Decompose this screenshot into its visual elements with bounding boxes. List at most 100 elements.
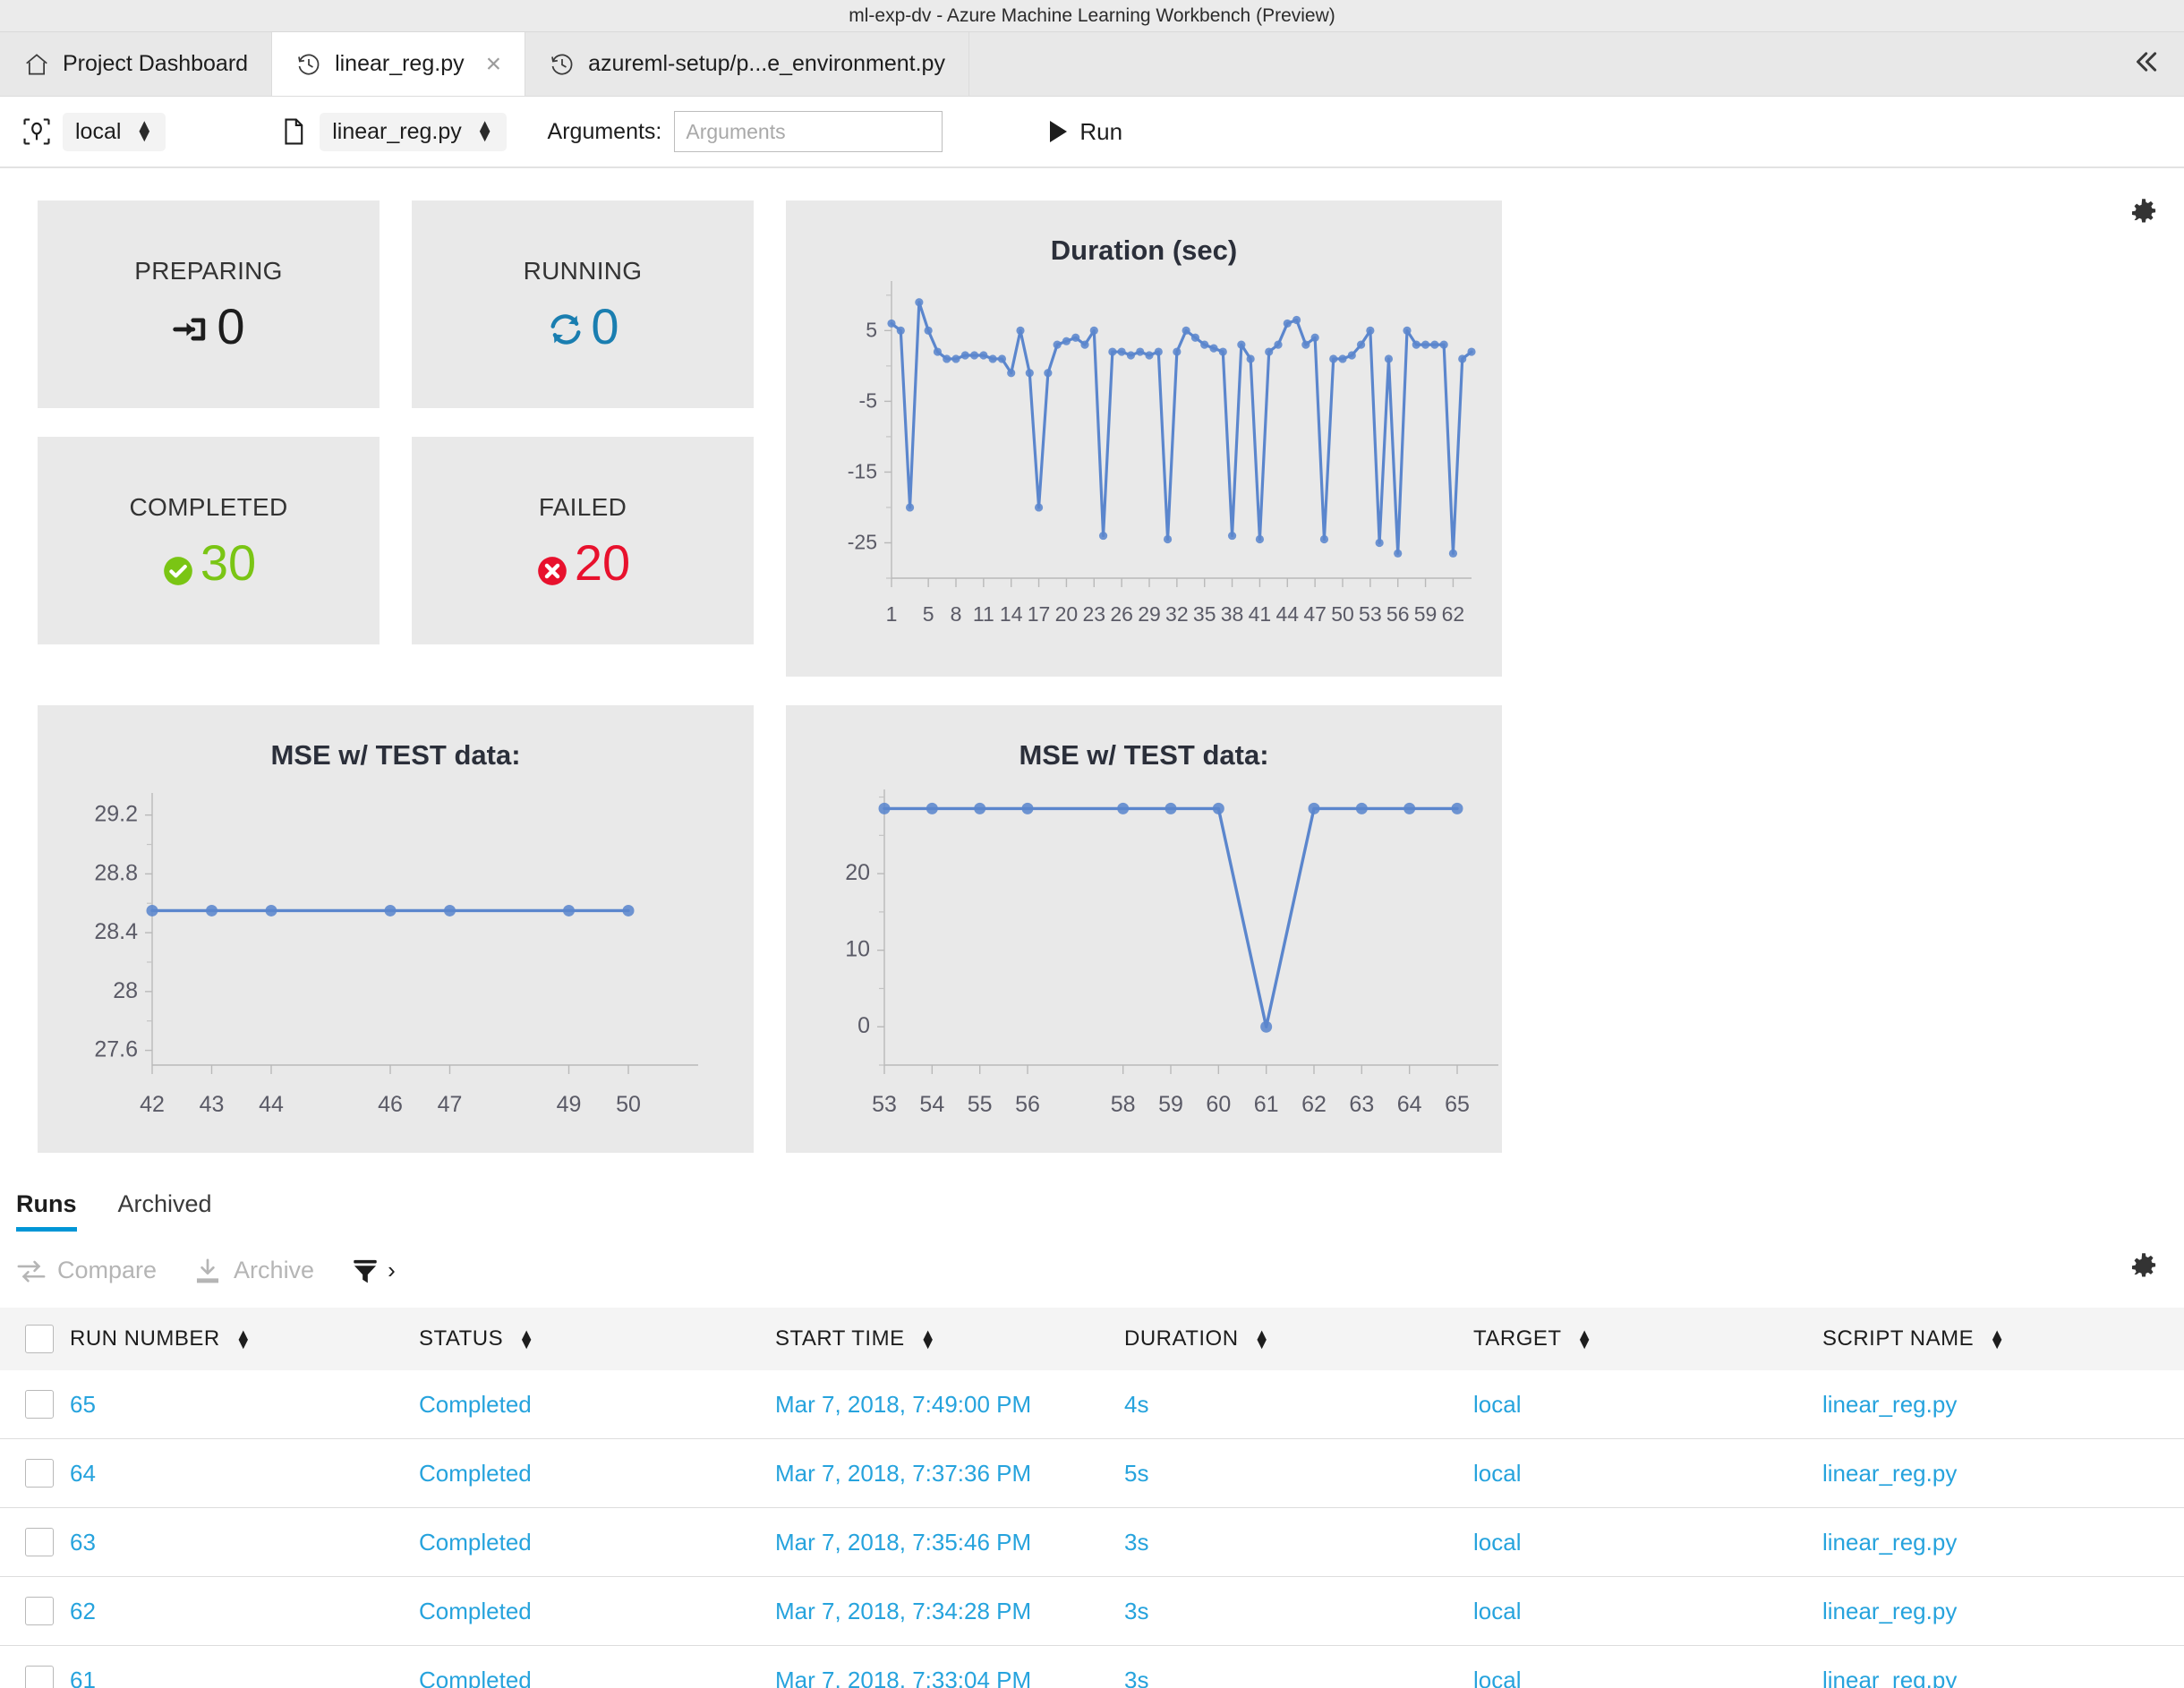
compute-target-value-pill[interactable]: local ▲▼: [63, 113, 166, 151]
column-label: DURATION: [1124, 1326, 1239, 1351]
cell-duration[interactable]: 5s: [1124, 1439, 1473, 1508]
chart-title: MSE w/ TEST data:: [38, 705, 754, 772]
status-card-value: 0: [591, 302, 619, 352]
compute-target-selector[interactable]: local ▲▼: [21, 113, 166, 151]
cell-start-time[interactable]: Mar 7, 2018, 7:35:46 PM: [775, 1508, 1124, 1577]
cell-status[interactable]: Completed: [419, 1508, 775, 1577]
row-checkbox[interactable]: [25, 1459, 54, 1488]
cell-status[interactable]: Completed: [419, 1646, 775, 1688]
cell-status[interactable]: Completed: [419, 1370, 775, 1439]
tab-azureml-setup[interactable]: azureml-setup/p...e_environment.py: [525, 32, 969, 96]
arguments-input[interactable]: [674, 111, 943, 152]
cell-run-number[interactable]: 65: [70, 1370, 419, 1439]
svg-text:-25: -25: [848, 530, 877, 553]
sort-arrows-icon: ▲▼: [1989, 1331, 2005, 1349]
cell-start-time[interactable]: Mar 7, 2018, 7:34:28 PM: [775, 1577, 1124, 1646]
cell-duration[interactable]: 3s: [1124, 1508, 1473, 1577]
svg-text:35: 35: [1193, 602, 1216, 626]
column-header-status[interactable]: STATUS ▲▼: [419, 1308, 775, 1370]
chart-panel-mse-right: MSE w/ TEST data: 2010053545556585960616…: [786, 705, 1502, 1153]
tab-project-dashboard[interactable]: Project Dashboard: [0, 32, 272, 96]
cell-run-number[interactable]: 62: [70, 1577, 419, 1646]
svg-text:43: 43: [200, 1092, 225, 1117]
tab-archived[interactable]: Archived: [118, 1190, 212, 1232]
cell-run-number[interactable]: 64: [70, 1439, 419, 1508]
column-header-start-time[interactable]: START TIME ▲▼: [775, 1308, 1124, 1370]
cell-target[interactable]: local: [1473, 1577, 1822, 1646]
row-select-cell: [0, 1646, 70, 1688]
tab-linear-reg-py[interactable]: linear_reg.py ×: [272, 32, 525, 96]
mse-left-line-chart: 29.228.828.42827.642434446474950: [38, 772, 754, 1147]
row-select-cell: [0, 1508, 70, 1577]
row-checkbox[interactable]: [25, 1528, 54, 1556]
filter-button[interactable]: ›: [350, 1257, 396, 1284]
cell-target[interactable]: local: [1473, 1439, 1822, 1508]
column-header-duration[interactable]: DURATION ▲▼: [1124, 1308, 1473, 1370]
cell-script-name[interactable]: linear_reg.py: [1822, 1439, 2184, 1508]
cell-start-time[interactable]: Mar 7, 2018, 7:37:36 PM: [775, 1439, 1124, 1508]
status-card-label: COMPLETED: [130, 493, 288, 522]
svg-text:32: 32: [1165, 602, 1189, 626]
run-button[interactable]: Run: [1050, 118, 1122, 146]
cell-target[interactable]: local: [1473, 1370, 1822, 1439]
cell-status[interactable]: Completed: [419, 1577, 775, 1646]
svg-text:-5: -5: [859, 388, 877, 412]
cell-script-name[interactable]: linear_reg.py: [1822, 1577, 2184, 1646]
cell-script-name[interactable]: linear_reg.py: [1822, 1508, 2184, 1577]
close-icon[interactable]: ×: [486, 51, 502, 78]
chart-title: Duration (sec): [786, 200, 1502, 267]
svg-text:28.8: 28.8: [94, 860, 138, 885]
table-row[interactable]: 61CompletedMar 7, 2018, 7:33:04 PM3sloca…: [0, 1646, 2184, 1688]
window-title: ml-exp-dv - Azure Machine Learning Workb…: [849, 5, 1335, 27]
status-card-label: RUNNING: [524, 257, 643, 286]
cell-duration[interactable]: 4s: [1124, 1370, 1473, 1439]
tab-runs[interactable]: Runs: [16, 1190, 77, 1232]
check-circle-icon: [161, 546, 195, 580]
cell-start-time[interactable]: Mar 7, 2018, 7:33:04 PM: [775, 1646, 1124, 1688]
svg-text:61: 61: [1254, 1092, 1279, 1117]
svg-text:5: 5: [866, 318, 877, 341]
collapse-panel-button[interactable]: [2107, 32, 2184, 96]
tab-label: Project Dashboard: [63, 51, 248, 77]
gear-icon[interactable]: [2129, 197, 2159, 227]
status-card-failed: FAILED 20: [412, 437, 754, 644]
dashboard-top-grid: PREPARING 0 RUNNING: [0, 200, 2184, 677]
cell-start-time[interactable]: Mar 7, 2018, 7:49:00 PM: [775, 1370, 1124, 1439]
cell-script-name[interactable]: linear_reg.py: [1822, 1370, 2184, 1439]
cell-target[interactable]: local: [1473, 1646, 1822, 1688]
row-checkbox[interactable]: [25, 1666, 54, 1688]
row-checkbox[interactable]: [25, 1390, 54, 1419]
svg-text:62: 62: [1301, 1092, 1327, 1117]
column-header-script-name[interactable]: SCRIPT NAME ▲▼: [1822, 1308, 2184, 1370]
script-value-pill[interactable]: linear_reg.py ▲▼: [320, 113, 506, 151]
row-checkbox[interactable]: [25, 1597, 54, 1625]
table-row[interactable]: 62CompletedMar 7, 2018, 7:34:28 PM3sloca…: [0, 1577, 2184, 1646]
cell-target[interactable]: local: [1473, 1508, 1822, 1577]
cell-script-name[interactable]: linear_reg.py: [1822, 1646, 2184, 1688]
script-selector[interactable]: linear_reg.py ▲▼: [278, 113, 506, 151]
gear-icon[interactable]: [2129, 1251, 2159, 1282]
table-row[interactable]: 63CompletedMar 7, 2018, 7:35:46 PM3sloca…: [0, 1508, 2184, 1577]
column-header-target[interactable]: TARGET ▲▼: [1473, 1308, 1822, 1370]
cell-status[interactable]: Completed: [419, 1439, 775, 1508]
table-row[interactable]: 64CompletedMar 7, 2018, 7:37:36 PM5sloca…: [0, 1439, 2184, 1508]
svg-text:44: 44: [1275, 602, 1299, 626]
compare-arrows-icon: [16, 1257, 47, 1284]
chart-panel-duration: Duration (sec) 5-5-15-251581114172023262…: [786, 200, 1502, 677]
table-row[interactable]: 65CompletedMar 7, 2018, 7:49:00 PM4sloca…: [0, 1370, 2184, 1439]
cell-run-number[interactable]: 61: [70, 1646, 419, 1688]
compare-button[interactable]: Compare: [16, 1257, 157, 1284]
status-card-value-group: 20: [535, 538, 630, 588]
svg-text:-15: -15: [848, 459, 877, 482]
svg-text:8: 8: [951, 602, 962, 626]
archive-button[interactable]: Archive: [192, 1257, 314, 1284]
cell-duration[interactable]: 3s: [1124, 1646, 1473, 1688]
column-header-run-number[interactable]: RUN NUMBER ▲▼: [70, 1308, 419, 1370]
runs-tab-bar: Runs Archived: [0, 1190, 2184, 1232]
dashboard-chart-row: MSE w/ TEST data: 29.228.828.42827.64243…: [0, 677, 2184, 1153]
runs-section: Runs Archived Compare Archive: [0, 1153, 2184, 1688]
cell-run-number[interactable]: 63: [70, 1508, 419, 1577]
select-all-checkbox[interactable]: [25, 1325, 54, 1353]
select-all-header: [0, 1308, 70, 1370]
cell-duration[interactable]: 3s: [1124, 1577, 1473, 1646]
